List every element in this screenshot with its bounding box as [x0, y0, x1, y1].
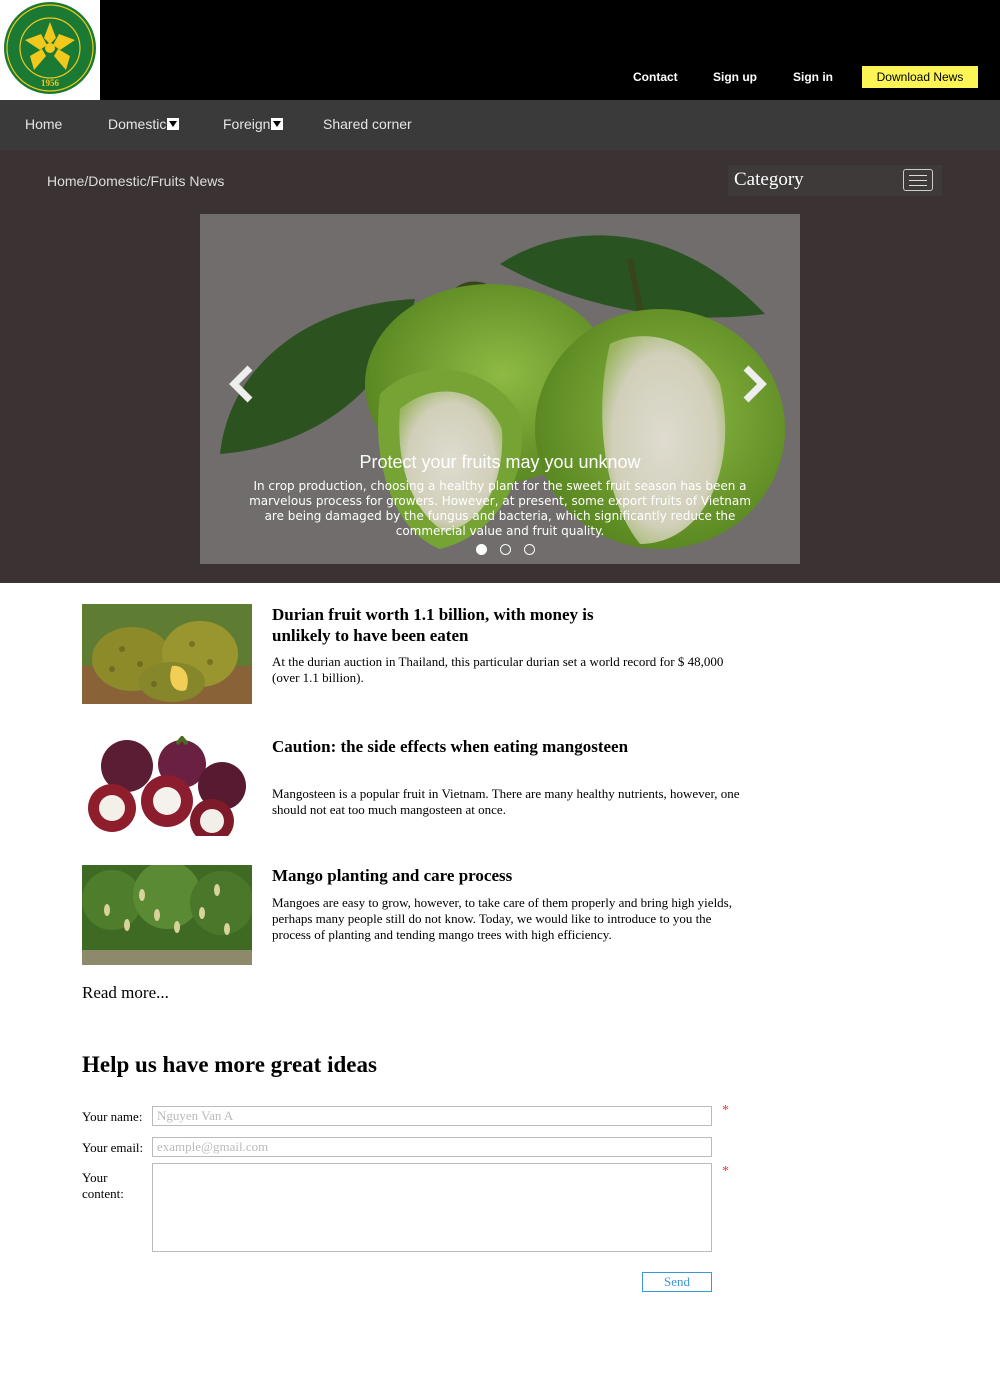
nav-item-label: Home [25, 116, 63, 132]
article-description: Mangoes are easy to grow, however, to ta… [272, 895, 732, 942]
required-mark: * [722, 1164, 729, 1179]
form-title: Help us have more great ideas [82, 1052, 377, 1077]
hamburger-line [909, 175, 927, 176]
mango-tree-image [82, 865, 252, 965]
send-button[interactable]: Send [642, 1272, 712, 1292]
article-description: At the durian auction in Thailand, this … [272, 654, 724, 685]
download-news-button[interactable]: Download News [862, 66, 978, 88]
breadcrumb: Home/Domestic/Fruits News [47, 173, 225, 189]
nav-item-label: Foreign [223, 116, 271, 132]
article-title[interactable]: Caution: the side effects when eating ma… [272, 736, 652, 757]
main-nav: Home Domestic Foreign Shared corner [0, 100, 1000, 150]
nav-item-label: Domestic [108, 116, 167, 132]
contact-link[interactable]: Contact [633, 66, 678, 88]
dropdown-caret-icon [167, 118, 180, 131]
category-bar: Category [728, 165, 942, 196]
durian-thumbnail[interactable] [82, 604, 252, 704]
carousel-dot[interactable] [476, 544, 487, 555]
content-label: Your [82, 1170, 108, 1185]
carousel-caption-text: In crop production, choosing a healthy p… [249, 479, 751, 538]
durian-image [82, 604, 252, 704]
content-textarea[interactable] [152, 1163, 712, 1252]
article-title[interactable]: Durian fruit worth 1.1 billion, with mon… [272, 604, 652, 646]
carousel-dot[interactable] [524, 544, 535, 555]
article-title[interactable]: Mango planting and care process [272, 865, 652, 886]
required-mark: * [722, 1103, 729, 1118]
carousel-dot[interactable] [500, 544, 511, 555]
nav-item-label: Shared corner [323, 116, 412, 132]
hamburger-line [909, 180, 927, 181]
mango-tree-thumbnail[interactable] [82, 865, 252, 965]
news-carousel[interactable]: Protect your fruits may you unknow In cr… [200, 214, 800, 564]
email-input[interactable] [152, 1137, 712, 1157]
nav-item-domestic[interactable]: Domestic [108, 100, 180, 150]
carousel-caption-title: Protect your fruits may you unknow [359, 452, 641, 472]
name-label: Your name: [82, 1109, 143, 1124]
read-more-link[interactable]: Read more... [82, 983, 169, 1003]
top-header: 1956 Contact Sign up Sign in Download Ne… [0, 0, 1000, 100]
category-label: Category [734, 169, 804, 190]
nav-item-foreign[interactable]: Foreign [223, 100, 284, 150]
carousel-prev-arrow-icon[interactable] [222, 364, 262, 404]
mangosteen-image [82, 736, 252, 836]
nav-item-shared-corner[interactable]: Shared corner [323, 100, 412, 150]
hamburger-line [909, 185, 927, 186]
svg-text:1956: 1956 [41, 78, 60, 88]
mangosteen-thumbnail[interactable] [82, 736, 252, 836]
article-description: Mangosteen is a popular fruit in Vietnam… [272, 786, 740, 817]
email-label: Your email: [82, 1140, 144, 1155]
sign-up-link[interactable]: Sign up [713, 66, 757, 88]
dropdown-caret-icon [271, 118, 284, 131]
nav-item-home[interactable]: Home [25, 100, 62, 150]
logo-emblem-icon: 1956 [4, 2, 96, 94]
content-label: content: [82, 1186, 124, 1201]
name-input[interactable] [152, 1106, 712, 1126]
hamburger-menu-button[interactable] [903, 169, 933, 191]
sign-in-link[interactable]: Sign in [793, 66, 833, 88]
carousel-next-arrow-icon[interactable] [734, 364, 774, 404]
logo[interactable]: 1956 [0, 0, 100, 100]
